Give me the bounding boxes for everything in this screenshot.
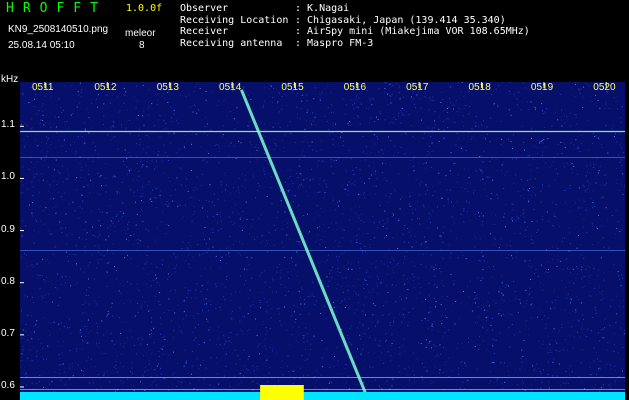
x-tick-label: 0512 — [94, 82, 117, 93]
spectrogram-plot — [20, 82, 625, 400]
info-row-antenna: Receiving antenna : Maspro FM-3 — [180, 38, 530, 50]
mode-label: meleor — [125, 28, 156, 39]
x-tick-label: 0516 — [343, 82, 367, 93]
y-tick-label: 1.1 — [1, 119, 15, 131]
x-tick-label: 0513 — [156, 82, 179, 93]
info-key: Observer — [180, 3, 229, 14]
x-tick-label: 0511 — [31, 82, 54, 93]
info-value: : Chigasaki, Japan (139.414 35.340) — [295, 14, 506, 26]
x-tick-label: 0520 — [593, 82, 616, 93]
observation-info: Observer : K.Nagai Receiving Location : Ch… — [180, 3, 530, 49]
header: HROFFT 1.0.0f KN9_2508140510.png meleor … — [0, 0, 629, 80]
info-row-location: Receiving Location : Chigasaki, Japan (13… — [180, 15, 530, 27]
info-value: : AirSpy mini (Miakejima VOR 108.65MHz) — [295, 26, 530, 37]
x-tick-label: 0514 — [219, 82, 242, 93]
y-tick-label: 0.7 — [1, 327, 15, 339]
info-value: : K.Nagai — [295, 3, 350, 14]
info-row-receiver: Receiver : AirSpy mini (Miakejima VOR 108… — [180, 26, 530, 38]
info-key: Receiver — [180, 26, 229, 37]
x-tick-label: 0519 — [530, 82, 554, 93]
count-value: 8 — [139, 40, 145, 51]
meteor-echo — [240, 89, 368, 396]
spectrogram-svg — [20, 82, 625, 400]
noise-speckle — [20, 82, 625, 400]
y-tick-label: 0.6 — [1, 379, 15, 391]
x-tick-label: 0517 — [406, 82, 429, 93]
signal-burst — [260, 385, 304, 400]
x-tick-label: 0515 — [281, 82, 304, 93]
x-tick-label: 0518 — [468, 82, 491, 93]
app-brand: HROFFT — [6, 1, 107, 16]
info-key: Receiving Location — [180, 14, 289, 26]
info-key: Receiving antenna — [180, 37, 283, 49]
y-axis-label: kHz — [1, 74, 19, 85]
app-version: 1.0.0f — [126, 3, 163, 14]
date-time: 25.08.14 05:10 — [8, 40, 75, 51]
info-row-observer: Observer : K.Nagai — [180, 3, 530, 15]
y-tick-label: 0.8 — [1, 275, 15, 287]
info-value: : Maspro FM-3 — [295, 37, 374, 49]
file-name: KN9_2508140510.png — [8, 24, 109, 35]
noise-floor — [20, 392, 625, 400]
y-tick-label: 1.0 — [1, 171, 15, 183]
y-tick-label: 0.9 — [1, 223, 15, 235]
